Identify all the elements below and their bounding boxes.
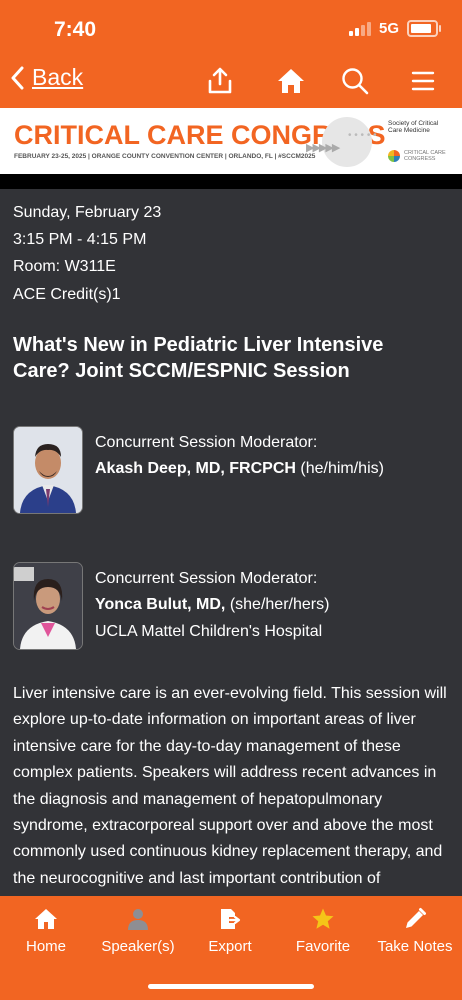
share-icon[interactable] [205,66,235,96]
tab-label: Favorite [295,938,351,955]
star-icon [312,908,334,929]
moderator-role: Concurrent Session Moderator: [95,570,318,587]
person-icon [128,909,148,930]
session-details: Sunday, February 23 3:15 PM - 4:15 PM Ro… [0,189,462,896]
nav-row: Back [0,60,462,104]
moderator-role: Concurrent Session Moderator: [95,434,318,451]
ccc-ring-icon [388,150,400,162]
ccc-logo: CRITICAL CARE CONGRESS [388,150,448,162]
session-description: Liver intensive care is an ever-evolving… [13,685,447,887]
tab-label: Take Notes [377,938,453,955]
session-title: What's New in Pediatric Liver Intensive … [13,334,384,382]
tab-label: Home [25,938,66,955]
moderator-name: Akash Deep, MD, FRCPCH [95,460,296,477]
top-bar: 7:40 5G Back [0,0,462,108]
tab-export[interactable]: Export [184,906,276,955]
status-indicators: 5G [348,20,441,37]
home-icon [35,909,57,929]
moderator-name-line[interactable]: Yonca Bulut, MD, (she/her/hers) [95,596,329,614]
session-date: Sunday, February 23 [13,204,162,221]
home-indicator[interactable] [148,984,314,989]
moderator-photo[interactable] [13,426,83,514]
back-label: Back [32,64,84,90]
chevron-left-icon [11,66,24,89]
session-room: Room: W311E [13,258,116,275]
banner-dots: • • • • • [348,130,377,141]
banner-arrows-icon: ▶▶▶▶▶ [306,142,340,154]
moderator-name-line[interactable]: Akash Deep, MD, FRCPCH (he/him/his) [95,460,384,478]
pencil-icon [406,908,426,928]
banner-subtitle: FEBRUARY 23-25, 2025 | ORANGE COUNTY CON… [14,153,316,160]
search-icon[interactable] [340,66,370,96]
network-label: 5G [378,20,399,37]
battery-icon [407,20,441,37]
moderator-name: Yonca Bulut, MD, [95,596,226,613]
tab-speakers[interactable]: Speaker(s) [92,906,184,955]
person-photo-icon [14,563,82,649]
export-icon [221,909,241,929]
tab-label: Export [208,938,252,955]
tab-take-notes[interactable]: Take Notes [369,906,461,955]
menu-icon[interactable] [408,66,438,96]
moderator-affiliation: UCLA Mattel Children's Hospital [95,623,323,640]
tab-favorite[interactable]: Favorite [277,906,369,955]
session-time: 3:15 PM - 4:15 PM [13,231,147,248]
moderator-pronouns: (she/her/hers) [225,596,330,613]
back-button[interactable]: Back [10,64,83,91]
moderator-pronouns: (he/him/his) [295,460,384,477]
session-credits: ACE Credit(s)1 [13,286,121,303]
banner-divider [0,174,462,189]
ccc-logo-label: CRITICAL CARE CONGRESS [404,150,446,162]
sccm-logo: Society of Critical Care Medicine [388,120,439,134]
home-icon[interactable] [276,66,306,96]
status-time: 7:40 [54,18,97,41]
signal-icon [348,21,371,36]
congress-banner: CRITICAL CARE CONGRESS FEBRUARY 23-25, 2… [0,108,462,174]
tab-home[interactable]: Home [0,906,92,955]
moderator-photo[interactable] [13,562,83,650]
tab-label: Speaker(s) [101,938,175,955]
person-photo-icon [14,427,82,513]
